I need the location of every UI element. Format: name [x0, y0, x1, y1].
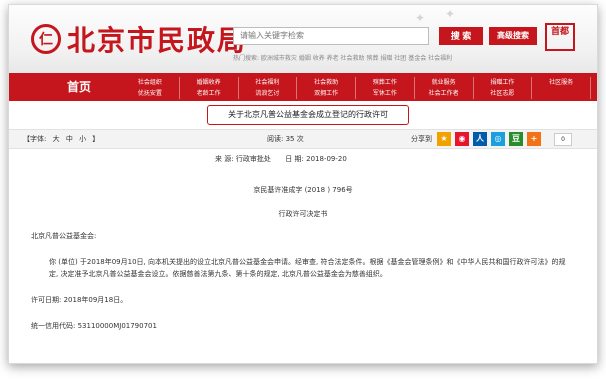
- nav-item: [532, 88, 591, 99]
- tencent-weibo-icon[interactable]: ◎: [491, 132, 505, 146]
- nav-item[interactable]: 社会救助: [297, 77, 356, 88]
- share-icons: ★ ◉ 人 ◎ 豆 +: [437, 132, 545, 146]
- nav-item[interactable]: 老龄工作: [180, 88, 239, 99]
- article-meta: 来 源: 行政审批处 日 期: 2018-09-20: [215, 154, 347, 164]
- search-input[interactable]: 请输入关键字检索: [233, 27, 429, 45]
- credit-code: 统一信用代码: 53110000MJ01790701: [31, 322, 157, 330]
- font-size-control: 【字体: 大 中 小 】: [23, 134, 103, 144]
- share-count: 0: [554, 133, 572, 146]
- nav-item[interactable]: 社会福利: [239, 77, 298, 88]
- site-header: ✦ ✦ 仁 北京市民政局 请输入关键字检索 热门搜索: 欧洲城市救灾 婚姻 收养…: [9, 5, 597, 73]
- nav-item[interactable]: 殡葬工作: [356, 77, 415, 88]
- main-nav: 首页 社会组织 婚姻收养 社会福利 社会救助 殡葬工作 就业服务 捐赠工作 社区…: [9, 73, 597, 101]
- font-large-button[interactable]: 大: [53, 135, 60, 143]
- article-title: 关于北京凡普公益基金会成立登记的行政许可: [207, 105, 409, 125]
- source-value: 行政审批处: [235, 155, 271, 163]
- permit-date: 许可日期: 2018年09月18日。: [31, 296, 128, 304]
- nav-item[interactable]: 社区服务: [532, 77, 591, 88]
- nav-item[interactable]: 双拥工作: [297, 88, 356, 99]
- nav-item[interactable]: 流浪乞讨: [239, 88, 298, 99]
- font-medium-button[interactable]: 中: [66, 135, 73, 143]
- logo-text: 北京市民政局: [67, 24, 248, 57]
- addressee: 北京凡普公益基金会:: [31, 232, 97, 240]
- bird-decoration-icon: ✦: [415, 11, 426, 25]
- source-label: 来 源:: [215, 155, 234, 163]
- font-small-button[interactable]: 小: [79, 135, 86, 143]
- body-paragraph: 你 (单位) 于2018年09月10日, 向本机关提出的设立北京凡普公益基金会申…: [31, 256, 567, 280]
- date-value: 2018-09-20: [306, 155, 347, 163]
- date-label: 日 期:: [285, 155, 304, 163]
- document-title: 行政许可决定书: [278, 210, 328, 218]
- search-button[interactable]: 搜 索: [439, 27, 483, 45]
- weibo-icon[interactable]: ◉: [455, 132, 469, 146]
- font-size-close: 】: [92, 135, 100, 143]
- site-logo[interactable]: 仁 北京市民政局: [31, 19, 247, 59]
- nav-item[interactable]: 优抚安置: [121, 88, 180, 99]
- nav-item[interactable]: 军休工作: [356, 88, 415, 99]
- article-toolbar: 【字体: 大 中 小 】 阅读: 35 次 分享到 ★ ◉ 人 ◎ 豆 + 0: [9, 129, 597, 149]
- nav-grid: 社会组织 婚姻收养 社会福利 社会救助 殡葬工作 就业服务 捐赠工作 社区服务 …: [121, 77, 591, 99]
- renren-icon[interactable]: 人: [473, 132, 487, 146]
- nav-item[interactable]: 捐赠工作: [474, 77, 533, 88]
- font-size-label: 【字体:: [23, 135, 47, 143]
- more-share-icon[interactable]: +: [527, 132, 541, 146]
- nav-home[interactable]: 首页: [49, 73, 109, 101]
- capital-badge-icon[interactable]: 首都: [545, 23, 575, 51]
- qzone-icon[interactable]: ★: [437, 132, 451, 146]
- douban-icon[interactable]: 豆: [509, 132, 523, 146]
- nav-item[interactable]: 社会工作者: [415, 88, 474, 99]
- nav-item[interactable]: 婚姻收养: [180, 77, 239, 88]
- browser-frame: ✦ ✦ 仁 北京市民政局 请输入关键字检索 热门搜索: 欧洲城市救灾 婚姻 收养…: [8, 4, 598, 364]
- nav-item[interactable]: 就业服务: [415, 77, 474, 88]
- hot-searches[interactable]: 热门搜索: 欧洲城市救灾 婚姻 收养 养老 社会救助 殡葬 捐赠 社团 基金会 …: [233, 53, 452, 62]
- nav-item[interactable]: 社区志愿: [474, 88, 533, 99]
- share-label: 分享到: [411, 135, 432, 143]
- nav-item[interactable]: 社会组织: [121, 77, 180, 88]
- advanced-search-button[interactable]: 高级搜索: [489, 27, 537, 45]
- body-text: 你 (单位) 于2018年09月10日, 向本机关提出的设立北京凡普公益基金会申…: [49, 258, 566, 278]
- bird-decoration-icon: ✦: [445, 7, 456, 21]
- emblem-icon: 仁: [31, 24, 61, 54]
- document-number: 京民基许准成字 (2018 ) 796号: [253, 186, 353, 194]
- read-count: 阅读: 35 次: [267, 135, 304, 143]
